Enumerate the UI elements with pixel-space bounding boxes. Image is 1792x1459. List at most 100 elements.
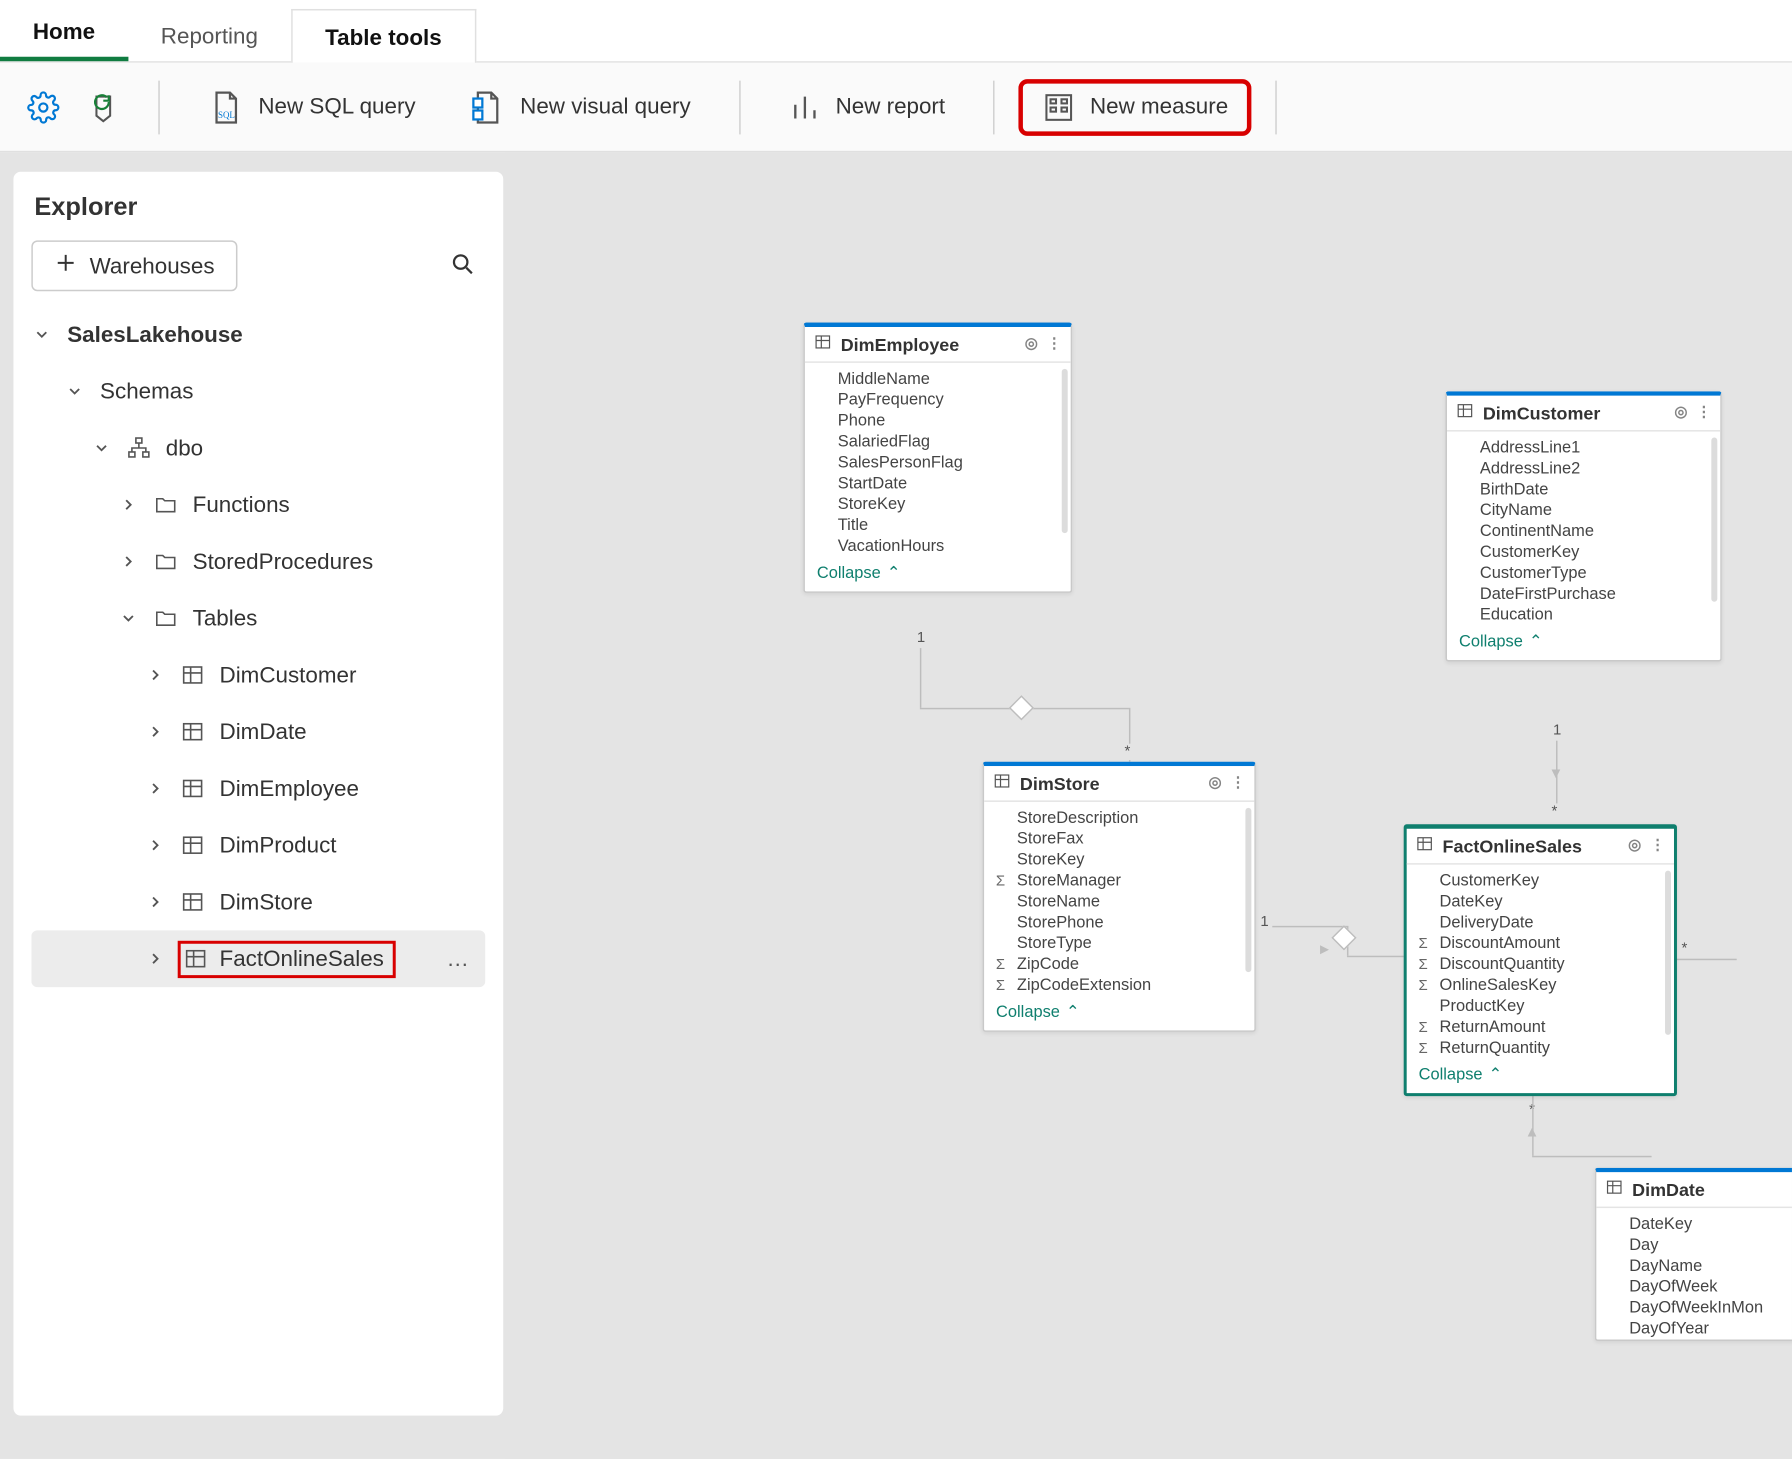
chevron-right-icon <box>145 780 166 798</box>
new-report-button[interactable]: New report <box>767 81 966 132</box>
sql-file-icon: SQL <box>208 89 244 125</box>
cardinality-many: * <box>1121 744 1133 760</box>
field-row[interactable]: AddressLine2 <box>1450 458 1717 479</box>
field-row[interactable]: DayName <box>1599 1256 1792 1277</box>
field-row[interactable]: ΣReturnAmount <box>1410 1017 1671 1038</box>
field-name: ReturnQuantity <box>1440 1039 1550 1057</box>
tree-row-schemas[interactable]: Schemas <box>31 363 485 420</box>
settings-button[interactable] <box>18 81 69 132</box>
svg-text:SQL: SQL <box>218 109 235 119</box>
refresh-icon <box>90 90 123 123</box>
field-row[interactable]: StoreKey <box>808 494 1068 515</box>
field-row[interactable]: StartDate <box>808 473 1068 494</box>
field-row[interactable]: StorePhone <box>987 912 1251 933</box>
more-icon[interactable]: ⋮ <box>1650 838 1665 854</box>
field-row[interactable]: Education <box>1450 605 1717 626</box>
sigma-icon: Σ <box>1416 936 1431 952</box>
field-row[interactable]: ΣReturnQuantity <box>1410 1038 1671 1059</box>
field-row[interactable]: ΣZipCodeExtension <box>987 975 1251 996</box>
tree-row-lakehouse[interactable]: SalesLakehouse <box>31 306 485 363</box>
entity-factonlinesales[interactable]: FactOnlineSales ◎ ⋮ CustomerKeyDateKeyDe… <box>1404 824 1677 1096</box>
tree-row-dimstore[interactable]: DimStore <box>31 874 485 931</box>
field-row[interactable]: CustomerKey <box>1410 871 1671 892</box>
more-icon[interactable]: … <box>446 946 470 971</box>
field-name: DiscountQuantity <box>1440 956 1565 974</box>
field-row[interactable]: MiddleName <box>808 369 1068 390</box>
visibility-icon[interactable]: ◎ <box>1025 336 1038 352</box>
field-row[interactable]: StoreFax <box>987 829 1251 850</box>
field-row[interactable]: PayFrequency <box>808 390 1068 411</box>
field-row[interactable]: StoreName <box>987 892 1251 913</box>
field-row[interactable]: CityName <box>1450 500 1717 521</box>
field-row[interactable]: ProductKey <box>1410 996 1671 1017</box>
entity-dimdate[interactable]: DimDate DateKeyDayDayNameDayOfWeekDayOfW… <box>1595 1168 1792 1341</box>
field-row[interactable]: ContinentName <box>1450 521 1717 542</box>
collapse-button[interactable]: Collapse⌃ <box>1407 1059 1674 1093</box>
field-row[interactable]: ΣStoreManager <box>987 871 1251 892</box>
field-row[interactable]: DeliveryDate <box>1410 912 1671 933</box>
collapse-button[interactable]: Collapse⌃ <box>805 557 1071 591</box>
tab-reporting[interactable]: Reporting <box>128 9 291 61</box>
tab-home[interactable]: Home <box>0 4 128 61</box>
field-row[interactable]: StoreDescription <box>987 808 1251 829</box>
new-sql-query-button[interactable]: SQL New SQL query <box>187 80 437 134</box>
field-row[interactable]: DayOfYear <box>1599 1319 1792 1340</box>
search-button[interactable] <box>441 241 486 290</box>
entity-dimemployee[interactable]: DimEmployee ◎ ⋮ MiddleNamePayFrequencyPh… <box>803 323 1072 593</box>
visibility-icon[interactable]: ◎ <box>1674 405 1687 421</box>
field-row[interactable]: ΣDiscountAmount <box>1410 933 1671 954</box>
field-row[interactable]: DayOfWeekInMon <box>1599 1298 1792 1319</box>
field-row[interactable]: CustomerKey <box>1450 542 1717 563</box>
field-row[interactable]: Title <box>808 515 1068 536</box>
tree-row-dbo[interactable]: dbo <box>31 420 485 477</box>
field-row[interactable]: DateKey <box>1410 892 1671 913</box>
more-icon[interactable]: ⋮ <box>1047 336 1062 352</box>
chevron-up-icon: ⌃ <box>1066 1002 1080 1021</box>
field-row[interactable]: ΣZipCode <box>987 954 1251 975</box>
refresh-button[interactable] <box>81 81 132 132</box>
add-warehouses-button[interactable]: Warehouses <box>31 240 237 291</box>
diagram-canvas[interactable]: 1 * 1 ► 1 ▼ * * * ▲ DimEmployee <box>505 152 1792 1459</box>
field-row[interactable]: SalariedFlag <box>808 432 1068 453</box>
entity-dimstore[interactable]: DimStore ◎ ⋮ StoreDescriptionStoreFaxSto… <box>983 762 1256 1032</box>
tree-row-dimcustomer[interactable]: DimCustomer <box>31 647 485 704</box>
field-row[interactable]: ΣOnlineSalesKey <box>1410 975 1671 996</box>
tree-row-dimproduct[interactable]: DimProduct <box>31 817 485 874</box>
tree-row-functions[interactable]: Functions <box>31 476 485 533</box>
tree-label: DimStore <box>220 889 313 914</box>
field-name: MiddleName <box>838 370 930 388</box>
new-report-label: New report <box>836 94 946 119</box>
tree-row-factonlinesales[interactable]: FactOnlineSales … <box>31 930 485 987</box>
collapse-button[interactable]: Collapse⌃ <box>984 996 1254 1030</box>
field-row[interactable]: BirthDate <box>1450 479 1717 500</box>
field-row[interactable]: AddressLine1 <box>1450 438 1717 459</box>
more-icon[interactable]: ⋮ <box>1230 775 1245 791</box>
field-row[interactable]: SalesPersonFlag <box>808 452 1068 473</box>
tree-row-storedprocedures[interactable]: StoredProcedures <box>31 533 485 590</box>
entity-dimcustomer[interactable]: DimCustomer ◎ ⋮ AddressLine1AddressLine2… <box>1446 391 1722 661</box>
field-row[interactable]: StoreType <box>987 933 1251 954</box>
tree-row-dimdate[interactable]: DimDate <box>31 703 485 760</box>
field-row[interactable]: ΣDiscountQuantity <box>1410 954 1671 975</box>
measure-icon <box>1042 90 1075 123</box>
field-row[interactable]: DayOfWeek <box>1599 1277 1792 1298</box>
new-visual-query-button[interactable]: New visual query <box>448 80 711 134</box>
cardinality-one: 1 <box>1257 914 1271 930</box>
chevron-right-icon <box>118 496 139 514</box>
new-measure-button[interactable]: New measure <box>1021 81 1249 132</box>
field-row[interactable]: StoreKey <box>987 850 1251 871</box>
tree-row-tables[interactable]: Tables <box>31 590 485 647</box>
tree-label: Functions <box>193 492 290 517</box>
field-row[interactable]: VacationHours <box>808 536 1068 557</box>
field-row[interactable]: DateFirstPurchase <box>1450 584 1717 605</box>
tree-row-dimemployee[interactable]: DimEmployee <box>31 760 485 817</box>
more-icon[interactable]: ⋮ <box>1696 405 1711 421</box>
visibility-icon[interactable]: ◎ <box>1208 775 1221 791</box>
field-row[interactable]: DateKey <box>1599 1214 1792 1235</box>
field-row[interactable]: CustomerType <box>1450 563 1717 584</box>
field-row[interactable]: Day <box>1599 1235 1792 1256</box>
collapse-button[interactable]: Collapse⌃ <box>1447 626 1720 660</box>
visibility-icon[interactable]: ◎ <box>1628 838 1641 854</box>
field-row[interactable]: Phone <box>808 411 1068 432</box>
tab-table-tools[interactable]: Table tools <box>291 9 476 63</box>
